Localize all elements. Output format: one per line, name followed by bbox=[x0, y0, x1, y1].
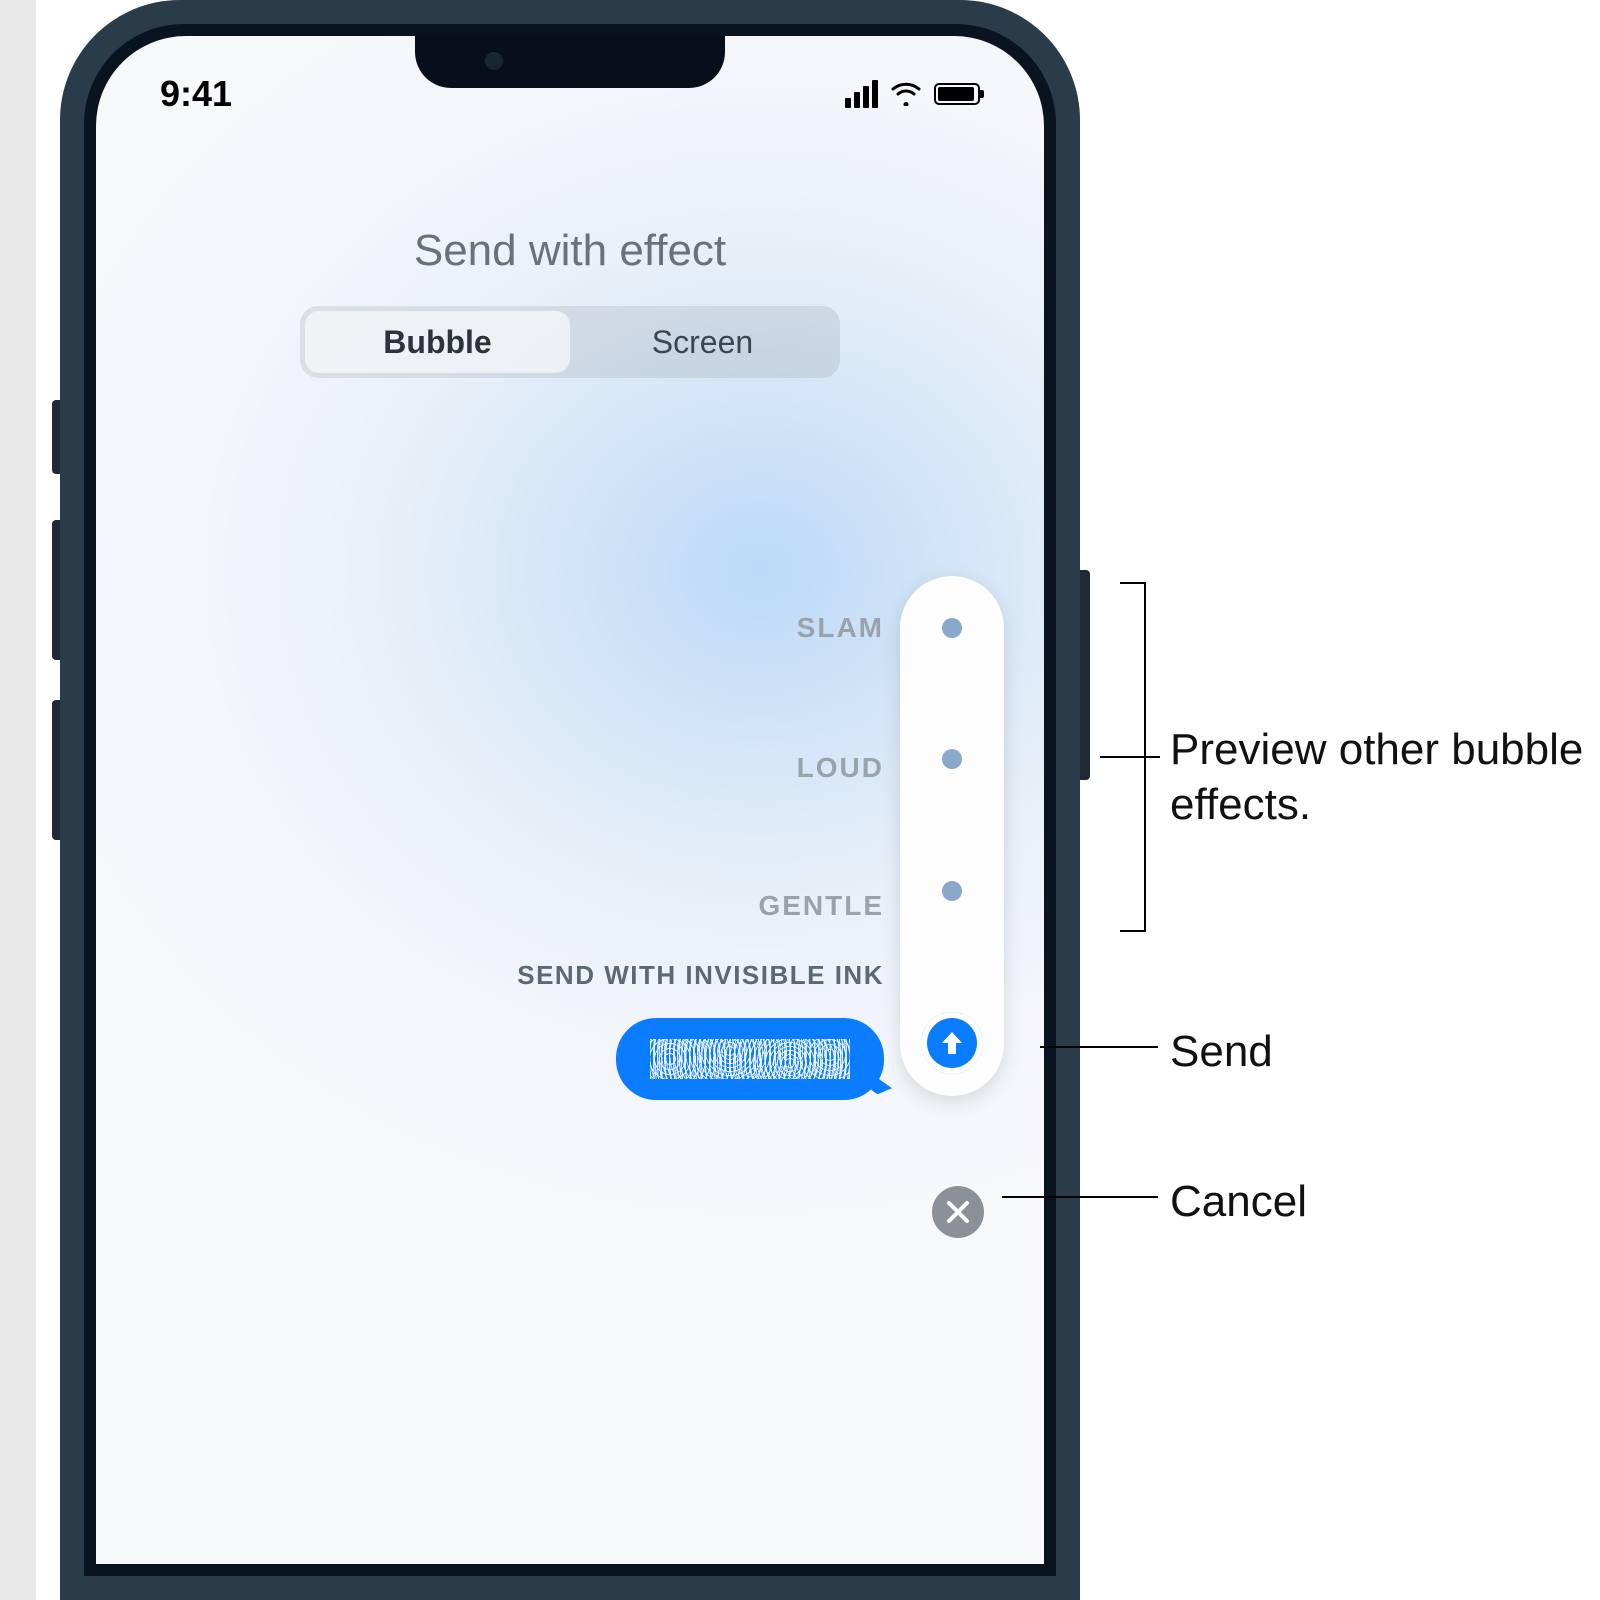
page-margin bbox=[0, 0, 36, 1600]
effect-option-loud[interactable] bbox=[942, 749, 962, 769]
effect-selector-pill bbox=[900, 576, 1004, 1096]
callout-line bbox=[1002, 1196, 1158, 1198]
tab-bubble-label: Bubble bbox=[383, 324, 491, 361]
wifi-icon bbox=[890, 82, 922, 106]
phone-screen: 9:41 Send with effect bbox=[96, 36, 1044, 1564]
callout-cancel-label: Cancel bbox=[1170, 1174, 1307, 1229]
effect-option-slam[interactable] bbox=[942, 618, 962, 638]
callout-preview-label: Preview other bubble effects. bbox=[1170, 722, 1600, 832]
arrow-up-icon bbox=[935, 1026, 969, 1060]
status-time: 9:41 bbox=[160, 73, 232, 115]
page-title: Send with effect bbox=[96, 226, 1044, 276]
battery-icon bbox=[934, 83, 980, 105]
effect-label-gentle: GENTLE bbox=[758, 890, 884, 922]
effect-type-segmented-control[interactable]: Bubble Screen bbox=[300, 306, 840, 378]
tab-bubble[interactable]: Bubble bbox=[305, 311, 570, 373]
phone-frame: 9:41 Send with effect bbox=[60, 0, 1080, 1600]
callout-line bbox=[1040, 1046, 1158, 1048]
side-button bbox=[1080, 570, 1090, 780]
effect-label-slam: SLAM bbox=[797, 612, 884, 644]
status-icons bbox=[845, 80, 980, 108]
effect-label-invisible-ink: SEND WITH INVISIBLE INK bbox=[517, 960, 884, 991]
callout-line bbox=[1100, 756, 1160, 758]
invisible-ink-effect-icon bbox=[650, 1039, 850, 1079]
send-button[interactable] bbox=[921, 1012, 983, 1074]
callout-send-label: Send bbox=[1170, 1024, 1273, 1079]
camera-dot bbox=[485, 52, 503, 70]
silent-switch bbox=[52, 400, 60, 474]
close-icon bbox=[945, 1199, 971, 1225]
cancel-button[interactable] bbox=[932, 1186, 984, 1238]
notch bbox=[415, 36, 725, 88]
effect-label-loud: LOUD bbox=[797, 752, 884, 784]
cellular-icon bbox=[845, 80, 878, 108]
message-bubble-preview bbox=[616, 1018, 884, 1100]
tab-screen[interactable]: Screen bbox=[570, 311, 835, 373]
phone-bezel: 9:41 Send with effect bbox=[84, 24, 1056, 1576]
effect-option-gentle[interactable] bbox=[942, 881, 962, 901]
volume-up-button bbox=[52, 520, 60, 660]
tab-screen-label: Screen bbox=[652, 324, 753, 361]
volume-down-button bbox=[52, 700, 60, 840]
